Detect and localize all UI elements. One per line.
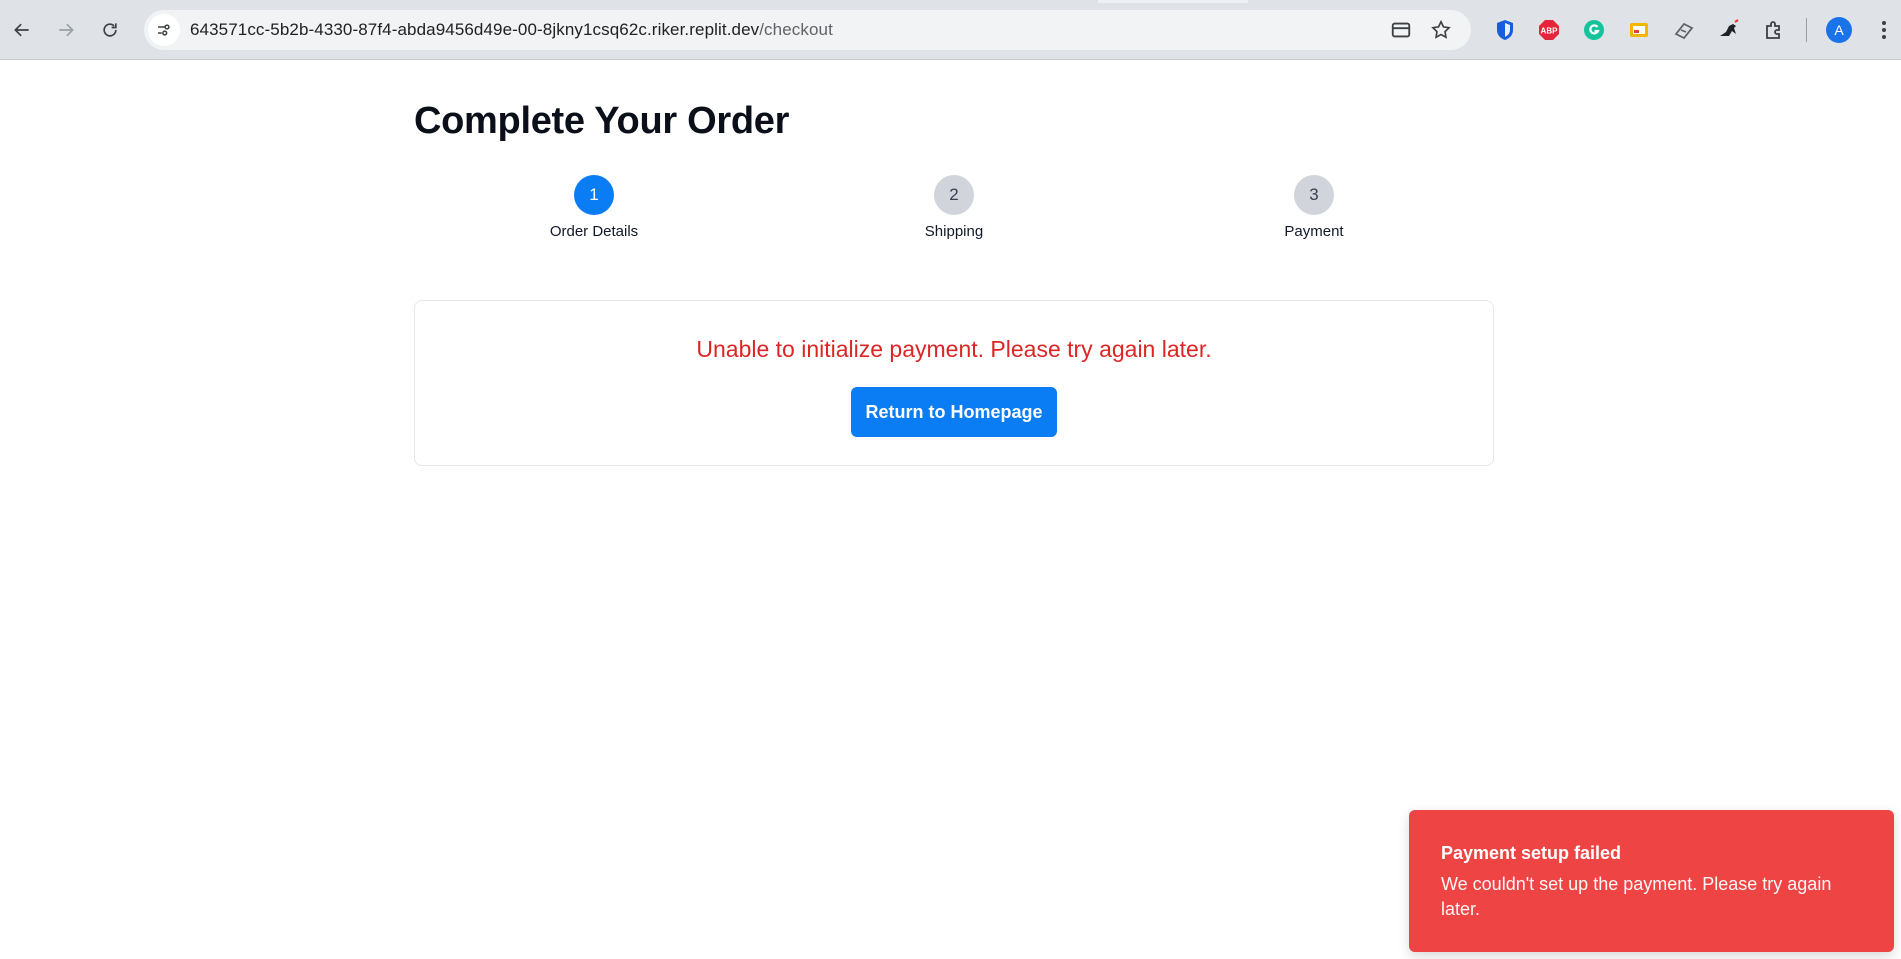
bookmark-star-icon[interactable]	[1429, 18, 1453, 42]
url-text[interactable]: 643571cc-5b2b-4330-87f4-abda9456d49e-00-…	[190, 20, 833, 40]
browser-toolbar: 643571cc-5b2b-4330-87f4-abda9456d49e-00-…	[0, 0, 1901, 60]
svg-text:ABP: ABP	[1541, 27, 1559, 36]
tab-strip	[1098, 0, 1248, 3]
puzzle-icon[interactable]	[1760, 16, 1788, 44]
adblock-plus-icon[interactable]: ABP	[1535, 16, 1563, 44]
browser-menu-icon[interactable]	[1872, 16, 1896, 44]
step-number: 1	[574, 175, 614, 215]
url-host: 643571cc-5b2b-4330-87f4-abda9456d49e-00-…	[190, 20, 760, 39]
arrow-left-icon	[14, 23, 29, 37]
arrow-right-icon	[59, 23, 74, 37]
site-info-button[interactable]	[148, 14, 180, 46]
step-shipping: 2 Shipping	[864, 175, 1044, 240]
reload-button[interactable]	[92, 12, 128, 48]
reload-icon	[103, 23, 117, 37]
step-label: Shipping	[924, 223, 984, 240]
step-payment: 3 Payment	[1224, 175, 1404, 240]
tune-icon	[158, 24, 170, 36]
payment-error-card: Unable to initialize payment. Please try…	[414, 300, 1494, 466]
extension-bird-icon[interactable]	[1715, 16, 1743, 44]
extension-slides-icon[interactable]	[1625, 16, 1653, 44]
step-label: Payment	[1284, 223, 1344, 240]
step-order-details: 1 Order Details	[504, 175, 684, 240]
bitwarden-icon[interactable]	[1491, 16, 1519, 44]
step-number: 3	[1294, 175, 1334, 215]
grammarly-icon[interactable]	[1580, 16, 1608, 44]
step-number: 2	[934, 175, 974, 215]
extension-tool-icon[interactable]	[1670, 16, 1698, 44]
back-button[interactable]	[4, 12, 40, 48]
url-path: /checkout	[759, 20, 833, 39]
card-icon[interactable]	[1389, 18, 1413, 42]
error-message: Unable to initialize payment. Please try…	[696, 336, 1212, 362]
toast-title: Payment setup failed	[1441, 843, 1622, 863]
forward-button[interactable]	[48, 12, 84, 48]
return-to-homepage-button[interactable]: Return to Homepage	[851, 387, 1057, 437]
profile-avatar[interactable]: A	[1826, 17, 1852, 43]
error-toast[interactable]: Payment setup failed We couldn't set up …	[1409, 810, 1894, 952]
toolbar-divider	[1806, 18, 1807, 42]
toast-body: We couldn't set up the payment. Please t…	[1441, 874, 1832, 919]
page-title: Complete Your Order	[414, 100, 790, 142]
address-bar[interactable]: 643571cc-5b2b-4330-87f4-abda9456d49e-00-…	[144, 10, 1471, 50]
step-label: Order Details	[549, 223, 639, 240]
